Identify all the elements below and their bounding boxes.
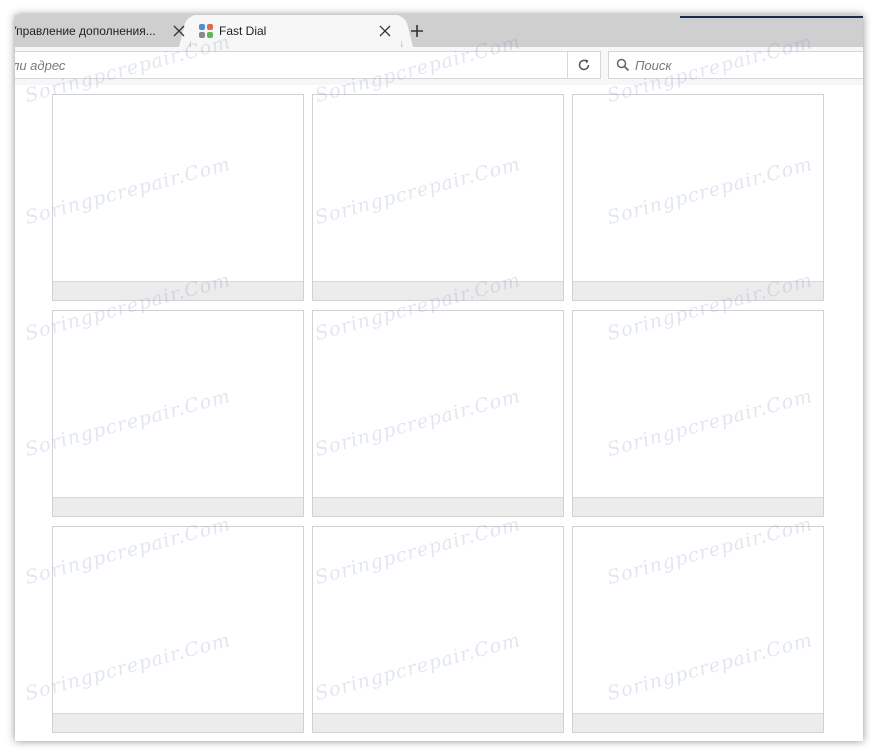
tab-title: Fast Dial xyxy=(219,24,267,38)
reload-button[interactable] xyxy=(567,52,600,78)
tab-strip: Управление дополнения... Fast Dial xyxy=(15,15,863,47)
dial-tile[interactable] xyxy=(312,526,564,733)
dial-tile[interactable] xyxy=(572,310,824,517)
tile-caption xyxy=(313,497,563,516)
dial-tile[interactable] xyxy=(572,94,824,301)
search-input[interactable]: Поиск xyxy=(635,58,672,73)
dial-tile[interactable] xyxy=(52,94,304,301)
dial-tile[interactable] xyxy=(312,94,564,301)
tile-caption xyxy=(573,497,823,516)
tile-thumbnail xyxy=(313,311,563,499)
tab-fast-dial[interactable]: Fast Dial xyxy=(191,15,401,47)
new-tab-button[interactable] xyxy=(407,21,427,41)
tab-addons-manager[interactable]: Управление дополнения... xyxy=(15,15,185,47)
dial-tile[interactable] xyxy=(312,310,564,517)
dial-tile[interactable] xyxy=(52,310,304,517)
tile-thumbnail xyxy=(313,95,563,283)
tile-thumbnail xyxy=(573,311,823,499)
tile-caption xyxy=(573,713,823,732)
tile-thumbnail xyxy=(573,95,823,283)
fast-dial-page xyxy=(15,85,863,741)
tile-caption xyxy=(313,713,563,732)
browser-window: Управление дополнения... Fast Dial ли ад… xyxy=(15,15,863,741)
tile-caption xyxy=(573,281,823,300)
tile-caption xyxy=(53,497,303,516)
tab-title: Управление дополнения... xyxy=(15,24,155,38)
fast-dial-favicon-icon xyxy=(199,24,213,38)
dial-tile[interactable] xyxy=(572,526,824,733)
plus-icon xyxy=(411,25,423,37)
tile-thumbnail xyxy=(573,527,823,715)
tile-thumbnail xyxy=(53,527,303,715)
tile-caption xyxy=(313,281,563,300)
favicon-square xyxy=(199,32,205,38)
tile-caption xyxy=(53,281,303,300)
reload-icon xyxy=(578,59,590,71)
tile-thumbnail xyxy=(313,527,563,715)
favicon-square xyxy=(207,32,213,38)
favicon-square xyxy=(207,24,213,30)
search-icon xyxy=(611,52,635,78)
search-bar[interactable]: Поиск xyxy=(608,51,863,79)
close-icon[interactable] xyxy=(173,25,185,37)
url-input[interactable]: ли адрес xyxy=(15,58,567,73)
window-top-accent xyxy=(680,16,863,18)
close-icon[interactable] xyxy=(379,25,391,37)
navigation-toolbar: ли адрес Поиск xyxy=(15,47,863,86)
tile-thumbnail xyxy=(53,95,303,283)
tile-thumbnail xyxy=(53,311,303,499)
favicon-square xyxy=(199,24,205,30)
dial-tile[interactable] xyxy=(52,526,304,733)
tile-caption xyxy=(53,713,303,732)
url-bar[interactable]: ли адрес xyxy=(15,51,601,79)
